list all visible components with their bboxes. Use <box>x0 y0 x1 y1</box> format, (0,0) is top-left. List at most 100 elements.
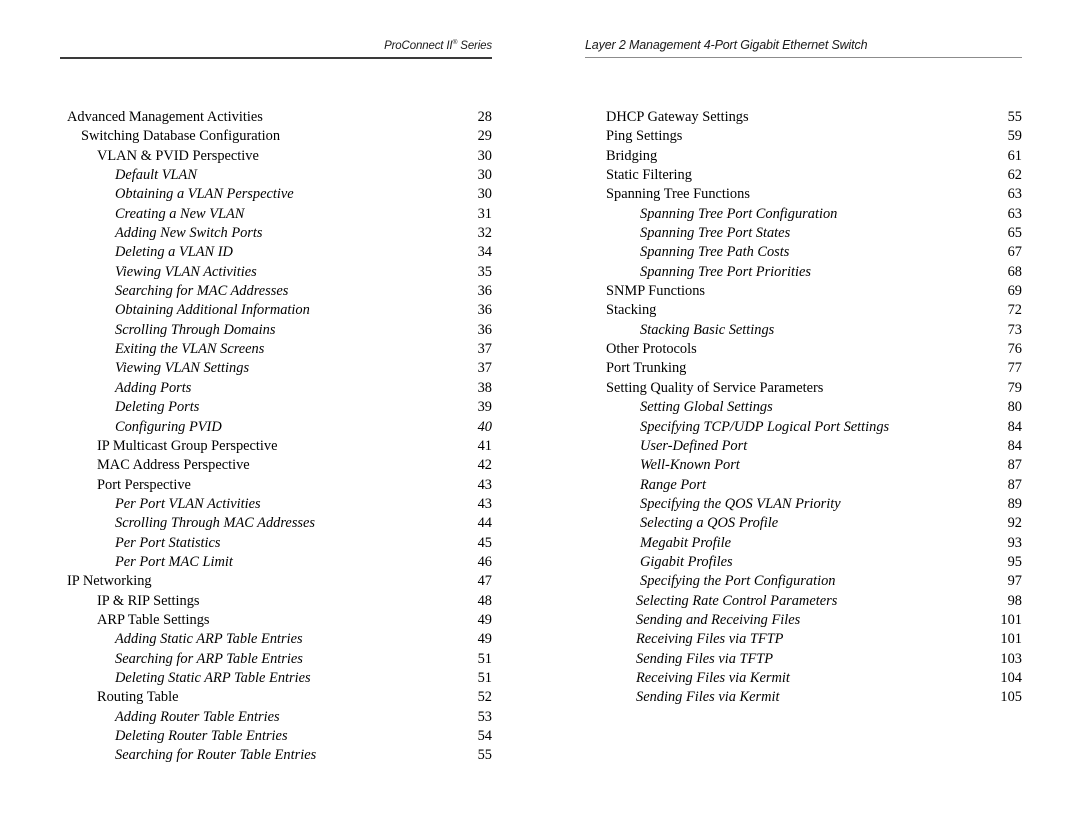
toc-entry[interactable]: Bridging 61 <box>585 147 1022 166</box>
toc-entry[interactable]: Setting Quality of Service Parameters 79 <box>585 379 1022 398</box>
toc-entry[interactable]: Scrolling Through Domains 36 <box>60 321 492 340</box>
toc-entry-title: Per Port VLAN Activities <box>115 495 261 512</box>
toc-entry-page-number: 87 <box>1007 457 1022 474</box>
toc-entry-page-number: 80 <box>1007 399 1022 416</box>
toc-entry-page-number: 46 <box>477 553 492 570</box>
toc-entry[interactable]: Deleting Static ARP Table Entries 51 <box>60 669 492 688</box>
toc-entry[interactable]: Sending and Receiving Files 101 <box>585 611 1022 630</box>
toc-entry[interactable]: Stacking 72 <box>585 301 1022 320</box>
toc-entry[interactable]: Switching Database Configuration 29 <box>60 127 492 146</box>
toc-entry[interactable]: Port Trunking 77 <box>585 359 1022 378</box>
toc-entry-title: Selecting Rate Control Parameters <box>636 592 838 609</box>
toc-entry-title: Setting Quality of Service Parameters <box>606 379 824 396</box>
toc-entry-title: Adding Static ARP Table Entries <box>115 631 303 648</box>
toc-entry[interactable]: Obtaining Additional Information 36 <box>60 301 492 320</box>
toc-entry[interactable]: Configuring PVID 40 <box>60 418 492 437</box>
toc-entry[interactable]: Deleting a VLAN ID 34 <box>60 243 492 262</box>
toc-entry[interactable]: Exiting the VLAN Screens 37 <box>60 340 492 359</box>
toc-entry-page-number: 38 <box>477 379 492 396</box>
toc-entry[interactable]: Selecting a QOS Profile 92 <box>585 514 1022 533</box>
toc-entry[interactable]: Viewing VLAN Activities 35 <box>60 263 492 282</box>
toc-entry-page-number: 84 <box>1007 437 1022 454</box>
toc-entry[interactable]: IP & RIP Settings 48 <box>60 592 492 611</box>
product-series-suffix: Series <box>457 40 492 52</box>
toc-entry-page-number: 79 <box>1007 379 1022 396</box>
toc-entry[interactable]: Receiving Files via TFTP 101 <box>585 630 1022 649</box>
toc-entry[interactable]: Per Port MAC Limit 46 <box>60 553 492 572</box>
toc-entry[interactable]: Per Port Statistics 45 <box>60 534 492 553</box>
toc-entry[interactable]: Range Port 87 <box>585 476 1022 495</box>
toc-entry-title: Viewing VLAN Settings <box>115 360 250 377</box>
toc-entry[interactable]: Deleting Ports 39 <box>60 398 492 417</box>
product-series-name: ProConnect II <box>384 40 453 52</box>
toc-entry[interactable]: Setting Global Settings 80 <box>585 398 1022 417</box>
toc-entry[interactable]: Receiving Files via Kermit 104 <box>585 669 1022 688</box>
toc-entry[interactable]: Adding Static ARP Table Entries 49 <box>60 630 492 649</box>
toc-entry-page-number: 51 <box>477 669 492 686</box>
toc-entry[interactable]: Adding Ports 38 <box>60 379 492 398</box>
toc-entry[interactable]: Other Protocols 76 <box>585 340 1022 359</box>
toc-entry[interactable]: Specifying the QOS VLAN Priority 89 <box>585 495 1022 514</box>
toc-entry[interactable]: MAC Address Perspective 42 <box>60 456 492 475</box>
toc-entry-page-number: 45 <box>477 534 492 551</box>
toc-entry[interactable]: Port Perspective 43 <box>60 476 492 495</box>
toc-entry[interactable]: Spanning Tree Port Priorities 68 <box>585 263 1022 282</box>
toc-entry-title: Deleting Router Table Entries <box>115 728 288 744</box>
toc-entry[interactable]: Creating a New VLAN 31 <box>60 205 492 224</box>
toc-entry[interactable]: Specifying TCP/UDP Logical Port Settings… <box>585 418 1022 437</box>
toc-entry[interactable]: User-Defined Port 84 <box>585 437 1022 456</box>
toc-entry[interactable]: Specifying the Port Configuration 97 <box>585 572 1022 591</box>
toc-entry[interactable]: Sending Files via TFTP 103 <box>585 650 1022 669</box>
toc-entry[interactable]: IP Networking 47 <box>60 572 492 591</box>
toc-entry[interactable]: Static Filtering 62 <box>585 166 1022 185</box>
toc-entry[interactable]: SNMP Functions 69 <box>585 282 1022 301</box>
toc-entry[interactable]: DHCP Gateway Settings 55 <box>585 108 1022 127</box>
toc-entry[interactable]: Ping Settings 59 <box>585 127 1022 146</box>
toc-entry[interactable]: Megabit Profile 93 <box>585 534 1022 553</box>
toc-entry-page-number: 87 <box>1007 476 1022 493</box>
toc-entry[interactable]: Spanning Tree Port Configuration 63 <box>585 205 1022 224</box>
toc-entry[interactable]: Spanning Tree Path Costs 67 <box>585 243 1022 262</box>
toc-entry[interactable]: Advanced Management Activities 28 <box>60 108 492 127</box>
header-right-rule: Layer 2 Management 4-Port Gigabit Ethern… <box>585 36 1022 58</box>
toc-entry-title: Spanning Tree Port Configuration <box>640 205 838 222</box>
toc-entry[interactable]: Scrolling Through MAC Addresses 44 <box>60 514 492 533</box>
toc-entry[interactable]: VLAN & PVID Perspective 30 <box>60 147 492 166</box>
page-running-header: ProConnect II® Series Layer 2 Management… <box>0 0 1080 70</box>
toc-entry-title: Spanning Tree Port Priorities <box>640 263 811 280</box>
toc-entry-title: Megabit Profile <box>640 534 731 551</box>
toc-entry[interactable]: Sending Files via Kermit 105 <box>585 688 1022 707</box>
toc-entry[interactable]: Routing Table 52 <box>60 688 492 707</box>
toc-entry[interactable]: Obtaining a VLAN Perspective 30 <box>60 185 492 204</box>
toc-entry[interactable]: Default VLAN 30 <box>60 166 492 185</box>
toc-entry[interactable]: Deleting Router Table Entries 54 <box>60 727 492 746</box>
toc-entry[interactable]: ARP Table Settings 49 <box>60 611 492 630</box>
toc-entry-page-number: 30 <box>477 167 492 184</box>
toc-entry-title: Specifying the QOS VLAN Priority <box>640 495 841 512</box>
toc-entry[interactable]: Gigabit Profiles 95 <box>585 553 1022 572</box>
toc-entry[interactable]: Spanning Tree Port States 65 <box>585 224 1022 243</box>
toc-entry[interactable]: Adding Router Table Entries 53 <box>60 708 492 727</box>
toc-entry[interactable]: Per Port VLAN Activities 43 <box>60 495 492 514</box>
toc-entry-title: VLAN & PVID Perspective <box>97 147 259 164</box>
toc-entry[interactable]: Spanning Tree Functions 63 <box>585 185 1022 204</box>
toc-entry[interactable]: Stacking Basic Settings 73 <box>585 321 1022 340</box>
toc-entry[interactable]: Searching for ARP Table Entries 51 <box>60 650 492 669</box>
toc-entry[interactable]: IP Multicast Group Perspective 41 <box>60 437 492 456</box>
toc-entry-page-number: 43 <box>477 476 492 493</box>
toc-entry-title: Port Perspective <box>97 476 191 493</box>
toc-entry-title: Ping Settings <box>606 128 683 145</box>
toc-entry[interactable]: Selecting Rate Control Parameters 98 <box>585 592 1022 611</box>
toc-entry-title: Searching for ARP Table Entries <box>115 650 303 667</box>
toc-entry-page-number: 67 <box>1007 244 1022 261</box>
toc-entry-title: Sending and Receiving Files <box>636 611 801 628</box>
toc-entry-page-number: 105 <box>1000 689 1022 706</box>
toc-column-left: Advanced Management Activities 28 Switchin… <box>60 108 492 766</box>
toc-entry[interactable]: Adding New Switch Ports 32 <box>60 224 492 243</box>
toc-entry-page-number: 51 <box>477 650 492 667</box>
toc-entry[interactable]: Searching for MAC Addresses 36 <box>60 282 492 301</box>
toc-entry[interactable]: Searching for Router Table Entries 55 <box>60 746 492 765</box>
toc-entry[interactable]: Viewing VLAN Settings 37 <box>60 359 492 378</box>
toc-entry-page-number: 49 <box>477 631 492 648</box>
toc-entry[interactable]: Well-Known Port 87 <box>585 456 1022 475</box>
